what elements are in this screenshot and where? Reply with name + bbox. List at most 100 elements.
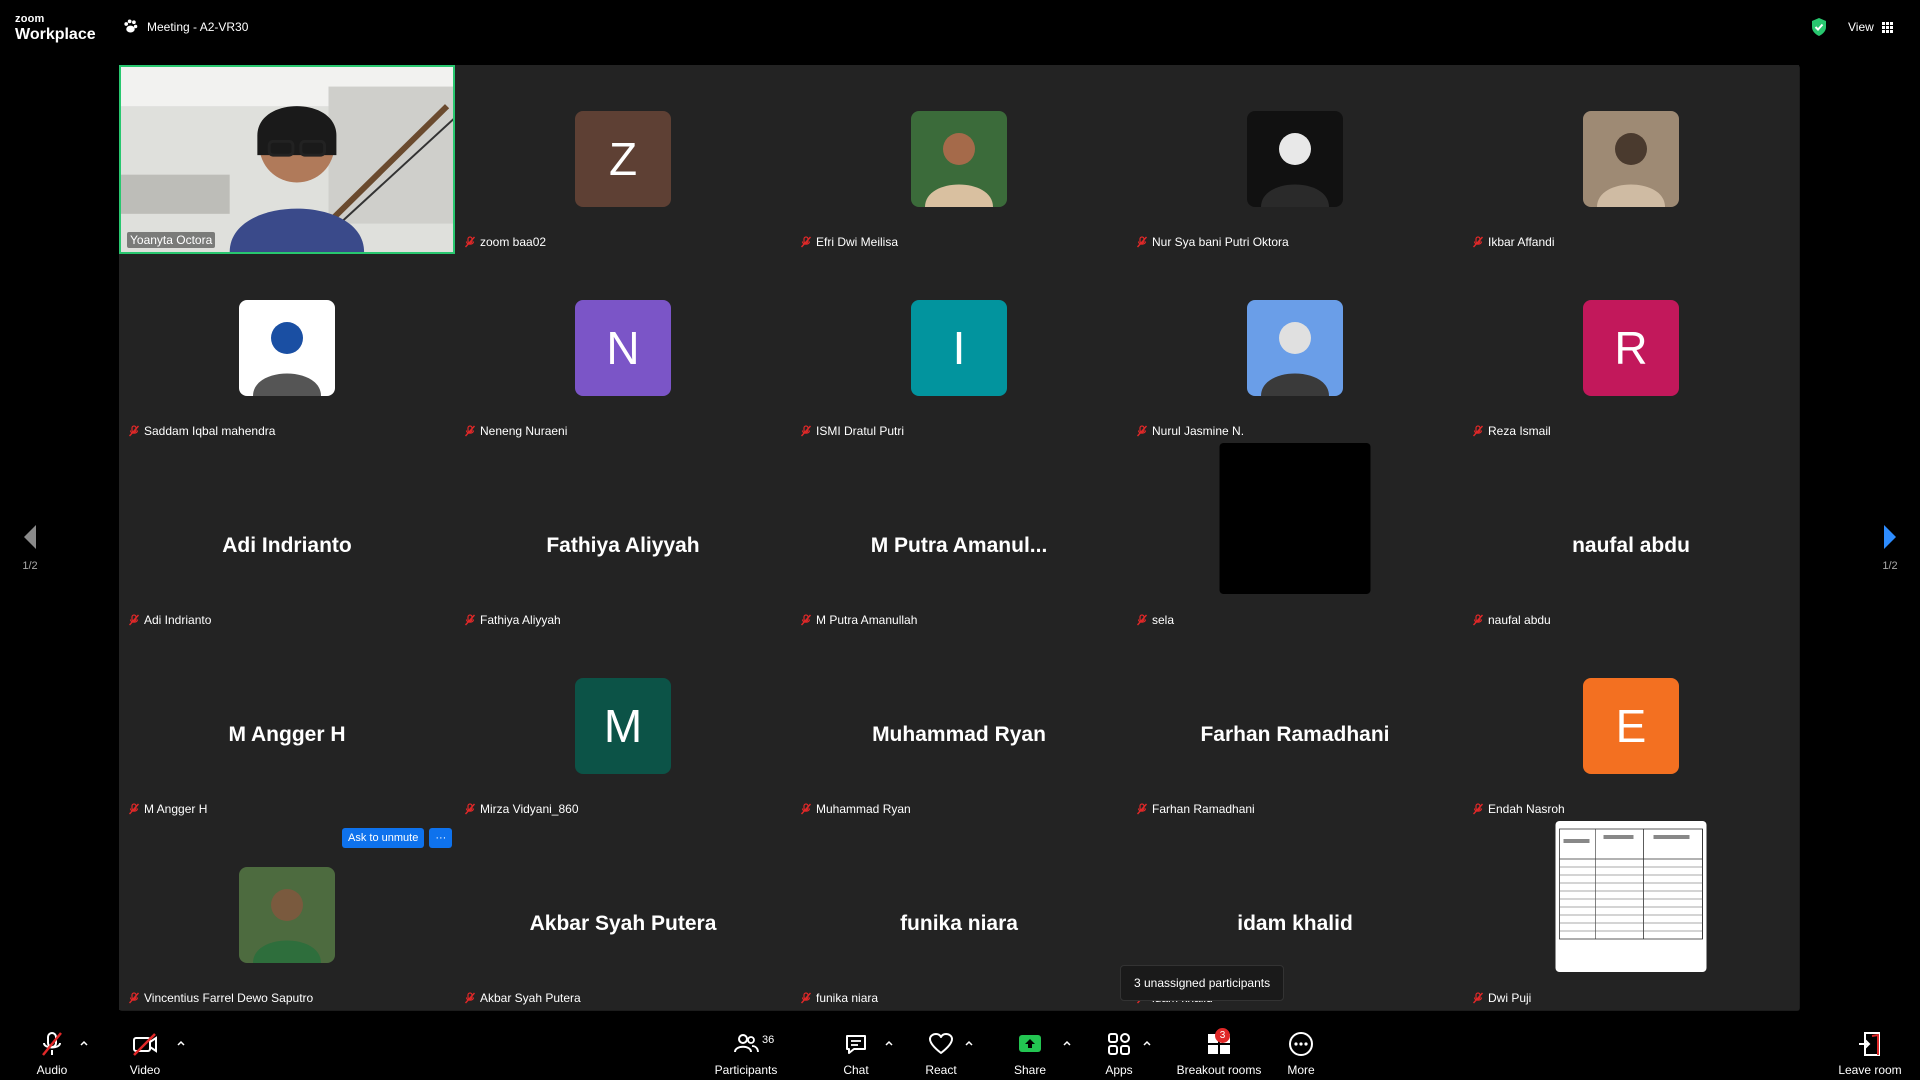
participant-tile[interactable]: M Angger H M Angger H: [119, 632, 455, 821]
participant-count: 36: [762, 1034, 775, 1046]
top-bar: zoom Workplace Meeting - A2-VR30 View: [0, 0, 1920, 52]
participant-name-label: zoom baa02: [461, 234, 549, 250]
participant-name-label: Akbar Syah Putera: [461, 990, 584, 1006]
participant-name: Mirza Vidyani_860: [480, 802, 579, 816]
participant-name-label: Mirza Vidyani_860: [461, 801, 582, 817]
participant-name-label: funika niara: [797, 990, 881, 1006]
next-page-button[interactable]: 1/2: [1870, 522, 1910, 572]
muted-mic-icon: [42, 1032, 62, 1056]
participant-tile[interactable]: M Putra Amanul... M Putra Amanullah: [791, 443, 1127, 632]
participant-name-label: Farhan Ramadhani: [1133, 801, 1258, 817]
participant-tile[interactable]: Ikbar Affandi: [1463, 65, 1799, 254]
participant-tile[interactable]: Dwi Puji: [1463, 821, 1799, 1010]
more-label: More: [1287, 1063, 1315, 1077]
meeting-toolbar: Audio Video Participants 36 Chat React S…: [0, 1020, 1920, 1080]
participant-tile[interactable]: funika niara funika niara: [791, 821, 1127, 1010]
avatar-initial: R: [1614, 322, 1648, 374]
participant-display-name: Farhan Ramadhani: [1200, 723, 1390, 746]
apps-label: Apps: [1105, 1063, 1133, 1077]
participant-tile[interactable]: Akbar Syah Putera Akbar Syah Putera: [455, 821, 791, 1010]
participant-tile[interactable]: naufal abdu naufal abdu: [1463, 443, 1799, 632]
participant-tile[interactable]: Nurul Jasmine N.: [1127, 254, 1463, 443]
participant-tile[interactable]: sela: [1127, 443, 1463, 632]
muted-mic-icon: [464, 425, 476, 437]
pager-right-label: 1/2: [1882, 560, 1898, 572]
leave-room-button[interactable]: Leave room: [1825, 1030, 1915, 1077]
participant-tile[interactable]: Nur Sya bani Putri Oktora: [1127, 65, 1463, 254]
participant-tile[interactable]: Efri Dwi Meilisa: [791, 65, 1127, 254]
profile-photo: [239, 867, 335, 963]
muted-mic-icon: [1136, 614, 1148, 626]
zoom-logo: zoom Workplace: [15, 14, 96, 43]
profile-photo: [911, 111, 1007, 207]
muted-mic-icon: [800, 614, 812, 626]
participant-tile[interactable]: Adi Indrianto Adi Indrianto: [119, 443, 455, 632]
participant-more-button[interactable]: ···: [429, 828, 453, 848]
participant-name: Adi Indrianto: [144, 613, 212, 627]
avatar-initial: I: [952, 322, 966, 374]
chat-label: Chat: [843, 1063, 869, 1077]
participant-name: Neneng Nuraeni: [480, 424, 568, 438]
participant-tile[interactable]: I ISMI Dratul Putri: [791, 254, 1127, 443]
participants-label: Participants: [714, 1063, 778, 1077]
muted-mic-icon: [800, 425, 812, 437]
participant-name: Vincentius Farrel Dewo Saputro: [144, 991, 314, 1005]
participant-tile[interactable]: Saddam Iqbal mahendra: [119, 254, 455, 443]
apps-options-caret-icon[interactable]: [1142, 1038, 1152, 1048]
breakout-rooms-label: Breakout rooms: [1176, 1063, 1262, 1077]
video-feed: [121, 67, 453, 252]
react-options-caret-icon[interactable]: [964, 1038, 974, 1048]
participant-name-label: Endah Nasroh: [1469, 801, 1568, 817]
participant-name: zoom baa02: [480, 235, 547, 249]
avatar-initial: E: [1615, 700, 1647, 752]
profile-avatar: [239, 300, 335, 396]
black-video-avatar: [1219, 443, 1371, 594]
participant-name-label: M Angger H: [125, 801, 210, 817]
participant-tile[interactable]: R Reza Ismail: [1463, 254, 1799, 443]
share-options-caret-icon[interactable]: [1062, 1038, 1072, 1048]
participant-name: sela: [1152, 613, 1175, 627]
participant-tile[interactable]: Vincentius Farrel Dewo Saputro: [119, 821, 455, 1010]
ask-to-unmute-button[interactable]: Ask to unmute: [342, 828, 425, 848]
participant-tile[interactable]: N Neneng Nuraeni: [455, 254, 791, 443]
participant-name-label: Muhammad Ryan: [797, 801, 914, 817]
initial-avatar: N: [575, 300, 671, 396]
chat-options-caret-icon[interactable]: [884, 1038, 894, 1048]
meeting-info[interactable]: Meeting - A2-VR30: [122, 18, 248, 35]
shared-document-video: [1555, 821, 1707, 972]
encryption-shield-icon[interactable]: [1810, 17, 1828, 37]
participant-tile[interactable]: Muhammad Ryan Muhammad Ryan: [791, 632, 1127, 821]
participant-display-name: M Angger H: [228, 723, 346, 746]
participant-name: M Angger H: [144, 802, 208, 816]
profile-avatar: [1247, 300, 1343, 396]
muted-mic-icon: [464, 614, 476, 626]
participant-display-name: Akbar Syah Putera: [529, 912, 717, 935]
participant-tile[interactable]: Yoanyta Octora: [119, 65, 455, 254]
more-button[interactable]: More: [1256, 1030, 1346, 1077]
leave-door-icon: [1859, 1032, 1880, 1056]
participant-tile[interactable]: Zzoom baa02: [455, 65, 791, 254]
video-options-caret-icon[interactable]: [176, 1038, 186, 1048]
participant-name-label: sela: [1133, 612, 1177, 628]
audio-options-caret-icon[interactable]: [79, 1038, 89, 1048]
participant-name: Reza Ismail: [1488, 424, 1551, 438]
heart-icon: [929, 1033, 953, 1054]
participant-tile[interactable]: Fathiya Aliyyah Fathiya Aliyyah: [455, 443, 791, 632]
participant-name: Akbar Syah Putera: [480, 991, 581, 1005]
participant-tile[interactable]: M Mirza Vidyani_860: [455, 632, 791, 821]
muted-mic-icon: [800, 803, 812, 815]
participant-name: Farhan Ramadhani: [1152, 802, 1255, 816]
profile-photo: [1247, 300, 1343, 396]
prev-page-button[interactable]: 1/2: [10, 522, 50, 572]
view-button[interactable]: View: [1848, 20, 1893, 34]
participant-name-label: Efri Dwi Meilisa: [797, 234, 901, 250]
muted-mic-icon: [128, 992, 140, 1004]
logo-top: zoom: [15, 13, 45, 25]
profile-photo: [1583, 111, 1679, 207]
participant-name-label: Nurul Jasmine N.: [1133, 423, 1247, 439]
muted-mic-icon: [1472, 614, 1484, 626]
participant-tile[interactable]: Farhan Ramadhani Farhan Ramadhani: [1127, 632, 1463, 821]
participants-button[interactable]: Participants: [701, 1030, 791, 1077]
share-screen-icon: [1019, 1035, 1041, 1052]
participant-tile[interactable]: E Endah Nasroh: [1463, 632, 1799, 821]
